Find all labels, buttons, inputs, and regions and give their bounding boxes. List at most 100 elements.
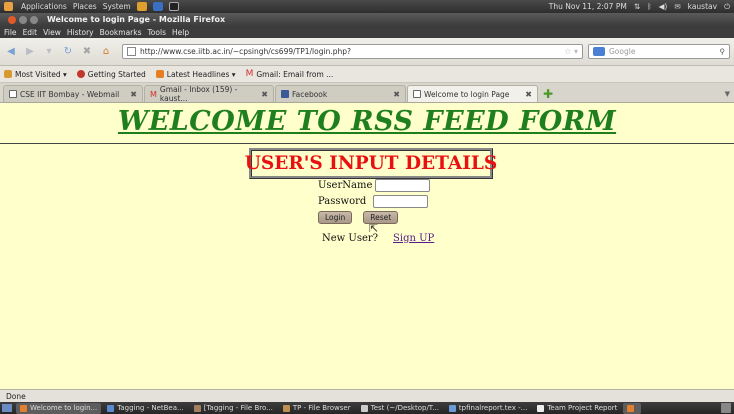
task-label: Test (~/Desktop/T... xyxy=(370,404,439,412)
folder-icon xyxy=(4,70,12,78)
menu-history[interactable]: History xyxy=(67,28,94,37)
password-row: Password xyxy=(318,195,429,208)
status-bar: Done xyxy=(0,389,734,402)
task-label: [Tagging - File Bro... xyxy=(203,404,273,412)
bookmark-gmail[interactable]: M Gmail: Email from ... xyxy=(246,69,334,79)
tab-facebook[interactable]: Facebook ✖ xyxy=(275,85,406,102)
terminal-icon[interactable] xyxy=(168,2,179,11)
password-label: Password xyxy=(318,196,367,207)
task-file-browser-tp[interactable]: TP - File Browser xyxy=(279,403,355,414)
facebook-icon xyxy=(281,90,289,98)
tab-label: Facebook xyxy=(292,89,328,99)
search-engine-icon[interactable] xyxy=(593,47,605,56)
list-tabs-icon[interactable]: ▼ xyxy=(725,85,730,102)
task-firefox[interactable]: Welcome to login... xyxy=(16,402,102,414)
user-menu[interactable]: kaustav xyxy=(688,2,717,11)
maximize-window-icon[interactable] xyxy=(30,15,38,24)
tab-label: CSE IIT Bombay - Webmail xyxy=(20,89,120,99)
panel-menus: Applications Places System xyxy=(4,2,179,11)
clock[interactable]: Thu Nov 11, 2:07 PM xyxy=(549,2,627,11)
home-icon[interactable]: ⌂ xyxy=(99,45,113,59)
menu-help[interactable]: Help xyxy=(172,28,189,37)
horizontal-rule xyxy=(0,143,734,144)
taskbar: Welcome to login... Tagging - NetBea... … xyxy=(0,402,734,414)
login-button[interactable]: Login xyxy=(318,211,353,224)
system-tray: Thu Nov 11, 2:07 PM ⇅ ᛒ ◀) ✉ kaustav ⏻ xyxy=(549,2,730,12)
bookmark-star-icon[interactable]: ☆ ▾ xyxy=(564,47,578,56)
volume-icon[interactable]: ◀) xyxy=(659,2,668,11)
menu-tools[interactable]: Tools xyxy=(148,28,166,37)
mail-icon[interactable]: ✉ xyxy=(674,2,680,11)
network-icon[interactable]: ⇅ xyxy=(634,2,640,11)
tab-close-icon[interactable]: ✖ xyxy=(261,90,268,99)
tab-close-icon[interactable]: ✖ xyxy=(525,90,532,99)
netbeans-icon xyxy=(107,404,115,412)
task-tex-editor[interactable]: tpfinalreport.tex -... xyxy=(445,403,531,414)
power-icon[interactable]: ⏻ xyxy=(724,2,730,12)
page-heading: WELCOME TO RSS FEED FORM xyxy=(117,106,617,137)
window-titlebar[interactable]: Welcome to login Page - Mozilla Firefox xyxy=(0,13,734,26)
status-text: Done xyxy=(6,391,26,401)
signup-link[interactable]: Sign UP xyxy=(393,233,434,244)
task-file-browser-tagging[interactable]: [Tagging - File Bro... xyxy=(190,403,277,414)
document-icon xyxy=(537,404,545,412)
bookmark-getting-started[interactable]: Getting Started xyxy=(76,69,146,79)
task-netbeans[interactable]: Tagging - NetBea... xyxy=(103,403,187,414)
tab-webmail[interactable]: CSE IIT Bombay - Webmail ✖ xyxy=(3,85,143,102)
bookmark-label: Getting Started xyxy=(87,69,146,79)
menu-file[interactable]: File xyxy=(4,28,17,37)
show-desktop-icon[interactable] xyxy=(2,404,12,412)
task-text-editor[interactable]: Test (~/Desktop/T... xyxy=(357,403,443,414)
bookmark-label: Gmail: Email from ... xyxy=(256,69,334,79)
menu-bookmarks[interactable]: Bookmarks xyxy=(100,28,142,37)
menu-applications[interactable]: Applications xyxy=(21,2,67,11)
tab-close-icon[interactable]: ✖ xyxy=(393,90,400,99)
bookmark-label: Latest Headlines ▾ xyxy=(166,69,236,79)
tab-close-icon[interactable]: ✖ xyxy=(130,90,137,99)
input-details-title: USER'S INPUT DETAILS xyxy=(245,148,497,179)
minimize-window-icon[interactable] xyxy=(19,15,27,24)
gnome-foot-icon xyxy=(4,2,13,11)
new-tab-icon[interactable]: ✚ xyxy=(539,85,557,102)
bluetooth-icon[interactable]: ᛒ xyxy=(647,2,652,11)
menu-edit[interactable]: Edit xyxy=(23,28,38,37)
reload-icon[interactable]: ↻ xyxy=(61,45,75,59)
firefox-launcher-icon[interactable] xyxy=(136,2,147,11)
firefox-icon xyxy=(20,404,27,412)
page-icon xyxy=(9,90,17,98)
gmail-icon: M xyxy=(245,69,254,79)
username-label: UserName xyxy=(318,180,373,191)
back-icon[interactable]: ◀ xyxy=(4,45,18,59)
editor-icon xyxy=(448,404,456,412)
username-row: UserName xyxy=(318,179,431,192)
search-icon[interactable]: ⚲ xyxy=(720,47,726,56)
button-row: Login Reset xyxy=(318,211,399,224)
firefox-icon xyxy=(76,70,85,78)
close-window-icon[interactable] xyxy=(8,15,16,24)
stop-icon[interactable]: ✖ xyxy=(80,45,94,59)
history-dropdown-icon[interactable]: ▾ xyxy=(42,45,56,59)
task-firefox-small[interactable] xyxy=(623,402,642,414)
forward-icon[interactable]: ▶ xyxy=(23,45,37,59)
menu-places[interactable]: Places xyxy=(73,2,97,11)
help-icon[interactable] xyxy=(152,2,163,11)
tab-gmail[interactable]: M Gmail - Inbox (159) - kaust... ✖ xyxy=(144,85,274,103)
menu-view[interactable]: View xyxy=(43,28,61,37)
url-text: http://www.cse.iitb.ac.in/~cpsingh/cs699… xyxy=(140,47,351,56)
folder-icon xyxy=(282,404,290,412)
menu-system[interactable]: System xyxy=(103,2,131,11)
rss-icon xyxy=(155,70,164,78)
mouse-cursor-icon: ⇱ xyxy=(369,222,379,235)
bookmark-latest-headlines[interactable]: Latest Headlines ▾ xyxy=(155,69,236,79)
url-bar[interactable]: http://www.cse.iitb.ac.in/~cpsingh/cs699… xyxy=(122,44,583,59)
text-editor-icon xyxy=(360,404,368,412)
bookmark-most-visited[interactable]: Most Visited ▾ xyxy=(4,70,67,79)
password-input[interactable] xyxy=(373,195,429,208)
task-label: Team Project Report xyxy=(547,404,618,412)
search-bar[interactable]: Google ⚲ xyxy=(588,44,730,59)
username-input[interactable] xyxy=(375,179,431,192)
trash-icon[interactable] xyxy=(721,403,731,413)
tab-login-page[interactable]: Welcome to login Page ✖ xyxy=(407,85,538,102)
task-report[interactable]: Team Project Report xyxy=(533,403,621,414)
site-identity-icon[interactable] xyxy=(127,47,136,56)
